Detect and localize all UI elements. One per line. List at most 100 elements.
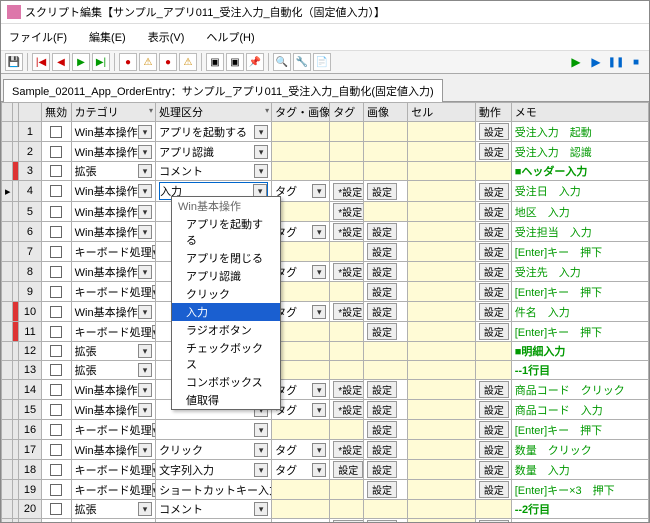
memo-cell[interactable]: [Enter]キー 押下	[511, 242, 648, 262]
memo-cell[interactable]: [Enter]キー 押下	[511, 282, 648, 302]
proc-cell[interactable]: ▾	[156, 420, 272, 440]
category-cell[interactable]: Win基本操作▾	[71, 440, 155, 460]
action-cell[interactable]: 設定	[475, 122, 511, 142]
memo-cell[interactable]: 地区 入力	[511, 202, 648, 222]
category-cell[interactable]: キーボード処理▾	[71, 282, 155, 302]
image-cell[interactable]: 設定	[363, 420, 407, 440]
disable-checkbox-cell[interactable]	[42, 480, 72, 500]
rownum[interactable]: 7	[18, 242, 41, 262]
cell-cell[interactable]	[408, 440, 476, 460]
disable-checkbox-cell[interactable]	[42, 222, 72, 242]
col-cell[interactable]: セル	[408, 103, 476, 122]
rownum[interactable]: 18	[18, 460, 41, 480]
pin-icon[interactable]: 📌	[246, 53, 264, 71]
wrench-icon[interactable]: 🔧	[293, 53, 311, 71]
memo-cell[interactable]: [Enter]キー×3 押下	[511, 480, 648, 500]
col-action[interactable]: 動作	[475, 103, 511, 122]
rownum[interactable]: 13	[18, 361, 41, 380]
disable-checkbox-cell[interactable]	[42, 420, 72, 440]
image-cell[interactable]	[363, 202, 407, 222]
row-marker[interactable]	[2, 460, 13, 480]
rownum[interactable]: 15	[18, 400, 41, 420]
image-cell[interactable]: 設定	[363, 440, 407, 460]
step-icon[interactable]: ▶	[587, 53, 605, 71]
proc-cell[interactable]: クリック▾	[156, 440, 272, 460]
tag-cell[interactable]: *設定	[330, 222, 364, 242]
image-cell[interactable]: 設定	[363, 222, 407, 242]
memo-cell[interactable]: 受注担当 入力	[511, 222, 648, 242]
memo-cell[interactable]: ■明細入力	[511, 342, 648, 361]
chevron-down-icon[interactable]: ▾	[152, 423, 156, 437]
chevron-down-icon[interactable]: ▾	[138, 145, 152, 159]
disable-checkbox-cell[interactable]	[42, 122, 72, 142]
tag-cell[interactable]	[330, 122, 364, 142]
category-cell[interactable]: キーボード処理▾	[71, 480, 155, 500]
chevron-down-icon[interactable]: ▾	[138, 184, 152, 198]
memo-cell[interactable]: --1行目	[511, 361, 648, 380]
chevron-down-icon[interactable]: ▾	[312, 403, 326, 417]
disable-checkbox[interactable]	[50, 146, 62, 158]
tag-cell[interactable]: *設定	[330, 519, 364, 523]
rownum[interactable]: 19	[18, 480, 41, 500]
action-cell[interactable]: 設定	[475, 400, 511, 420]
rownum[interactable]: 8	[18, 262, 41, 282]
forward-icon[interactable]: ▶	[72, 53, 90, 71]
image-cell[interactable]: 設定	[363, 480, 407, 500]
row-marker[interactable]	[2, 222, 13, 242]
row-marker[interactable]	[2, 519, 13, 523]
cell-cell[interactable]	[408, 342, 476, 361]
chevron-down-icon[interactable]: ▾	[138, 125, 152, 139]
disable-checkbox[interactable]	[50, 345, 62, 357]
row-marker[interactable]	[2, 282, 13, 302]
row-marker[interactable]	[2, 380, 13, 400]
chevron-down-icon[interactable]: ▾	[254, 443, 268, 457]
row-marker[interactable]	[2, 142, 13, 162]
proc-cell[interactable]: 文字列入力▾	[156, 460, 272, 480]
pause-icon[interactable]: ❚❚	[607, 53, 625, 71]
chevron-down-icon[interactable]: ▾	[138, 522, 152, 523]
disable-checkbox[interactable]	[50, 226, 62, 238]
row-marker[interactable]	[2, 420, 13, 440]
dropdown-item[interactable]: チェックボックス	[172, 339, 280, 373]
dropdown-item[interactable]: 値取得	[172, 391, 280, 409]
memo-cell[interactable]: 商品コード クリック	[511, 380, 648, 400]
image-cell[interactable]	[363, 162, 407, 181]
disable-checkbox[interactable]	[50, 165, 62, 177]
rownum[interactable]: 10	[18, 302, 41, 322]
col-marker[interactable]	[2, 103, 13, 122]
forward-end-icon[interactable]: ▶|	[92, 53, 110, 71]
image-cell[interactable]: 設定	[363, 181, 407, 202]
row-marker[interactable]	[2, 162, 13, 181]
row-marker[interactable]	[2, 262, 13, 282]
action-cell[interactable]: 設定	[475, 181, 511, 202]
cell-cell[interactable]	[408, 122, 476, 142]
chevron-down-icon[interactable]: ▾	[138, 383, 152, 397]
action-cell[interactable]: 設定	[475, 480, 511, 500]
memo-cell[interactable]: 件名 入力	[511, 302, 648, 322]
tag-cell[interactable]: *設定	[330, 400, 364, 420]
disable-checkbox-cell[interactable]	[42, 400, 72, 420]
action-cell[interactable]: 設定	[475, 322, 511, 342]
save-icon[interactable]: 💾	[5, 53, 23, 71]
row-marker[interactable]	[2, 400, 13, 420]
disable-checkbox-cell[interactable]	[42, 440, 72, 460]
memo-cell[interactable]: 受注入力 認識	[511, 142, 648, 162]
tagimg-cell[interactable]	[272, 480, 330, 500]
rownum[interactable]: 12	[18, 342, 41, 361]
action-cell[interactable]: 設定	[475, 519, 511, 523]
memo-cell[interactable]: ■ヘッダー入力	[511, 162, 648, 181]
tag-cell[interactable]: *設定	[330, 262, 364, 282]
memo-cell[interactable]: 受注入力 起動	[511, 122, 648, 142]
menu-file[interactable]: ファイル(F)	[5, 27, 71, 47]
tag-cell[interactable]: *設定	[330, 181, 364, 202]
action-cell[interactable]: 設定	[475, 440, 511, 460]
disable-checkbox[interactable]	[50, 384, 62, 396]
warning-icon[interactable]: ⚠	[139, 53, 157, 71]
back-start-icon[interactable]: |◀	[32, 53, 50, 71]
chevron-down-icon[interactable]: ▾	[312, 463, 326, 477]
disable-checkbox-cell[interactable]	[42, 202, 72, 222]
memo-cell[interactable]: 受注日 入力	[511, 181, 648, 202]
chevron-down-icon[interactable]: ▾	[138, 225, 152, 239]
disable-checkbox[interactable]	[50, 246, 62, 258]
category-cell[interactable]: キーボード処理▾	[71, 460, 155, 480]
